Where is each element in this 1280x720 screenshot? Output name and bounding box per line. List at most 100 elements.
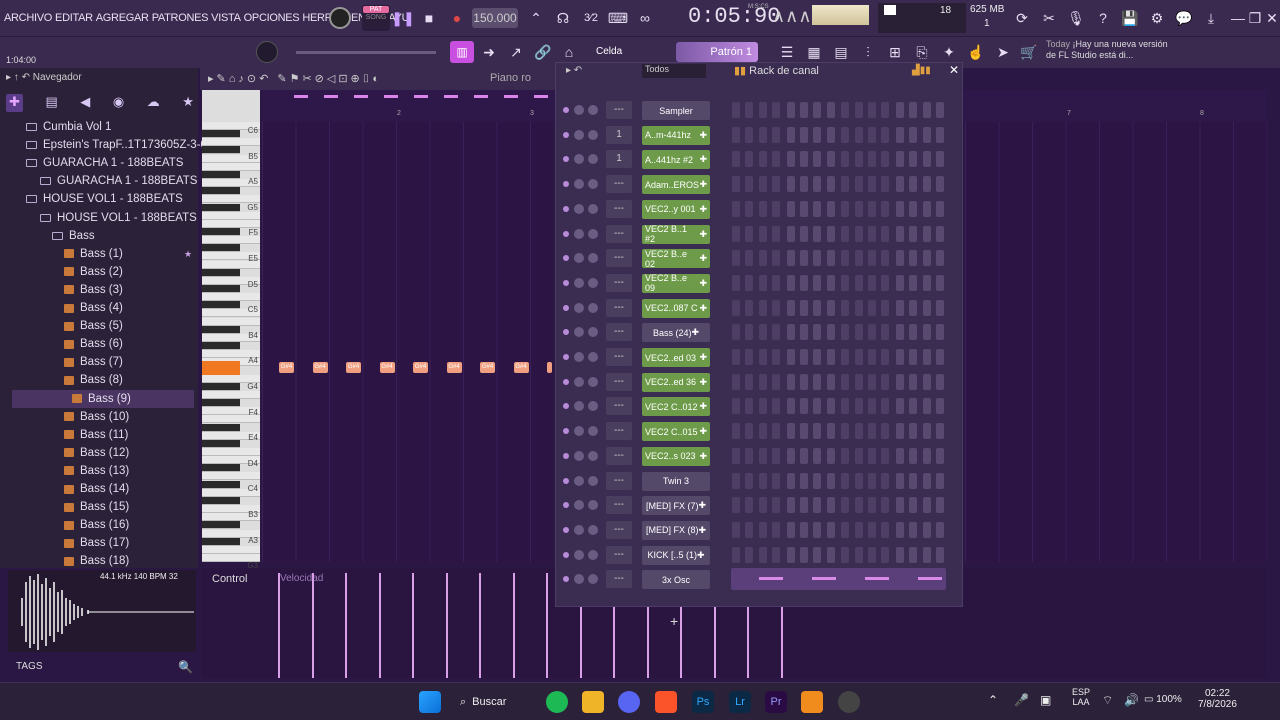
step-button[interactable] bbox=[936, 250, 944, 267]
channel-mute-led[interactable] bbox=[563, 428, 569, 435]
menu-patrones[interactable]: PATRONES bbox=[152, 12, 209, 24]
step-button[interactable] bbox=[922, 398, 931, 415]
step-button[interactable] bbox=[772, 349, 781, 365]
step-button[interactable] bbox=[758, 250, 767, 267]
step-button[interactable] bbox=[854, 102, 863, 118]
step-button[interactable] bbox=[841, 398, 850, 415]
step-button[interactable] bbox=[936, 546, 944, 563]
step-button[interactable] bbox=[786, 472, 795, 489]
step-button[interactable] bbox=[772, 176, 781, 193]
step-button[interactable] bbox=[826, 398, 835, 415]
step-button[interactable] bbox=[800, 423, 808, 440]
piano-key[interactable] bbox=[202, 130, 240, 139]
mixer-track-number[interactable]: --- bbox=[606, 348, 632, 366]
step-button[interactable] bbox=[909, 274, 918, 291]
step-button[interactable] bbox=[745, 176, 754, 193]
step-button[interactable] bbox=[800, 250, 808, 267]
piano-key[interactable] bbox=[202, 439, 240, 448]
menu-agregar[interactable]: AGREGAR bbox=[96, 12, 149, 24]
add-channel-button[interactable]: + bbox=[670, 613, 678, 629]
step-button[interactable] bbox=[868, 151, 876, 168]
channel-mute-led[interactable] bbox=[563, 107, 569, 113]
velocity-bar[interactable] bbox=[479, 573, 481, 678]
volume-knob[interactable] bbox=[588, 475, 598, 486]
piano-key[interactable] bbox=[202, 146, 240, 155]
step-button[interactable] bbox=[758, 472, 767, 489]
step-button[interactable] bbox=[854, 151, 863, 168]
channel-mute-led[interactable] bbox=[563, 403, 569, 410]
step-button[interactable] bbox=[813, 102, 822, 118]
step-button[interactable] bbox=[909, 472, 918, 489]
step-button[interactable] bbox=[826, 176, 835, 193]
channel-name-button[interactable]: VEC2 C..012 ✚ bbox=[642, 397, 710, 417]
step-button[interactable] bbox=[868, 324, 876, 341]
step-button[interactable] bbox=[895, 521, 904, 538]
note-grid[interactable] bbox=[262, 122, 552, 562]
step-button[interactable] bbox=[895, 126, 904, 143]
step-button[interactable] bbox=[758, 176, 767, 193]
sample-item[interactable]: Bass (15) bbox=[64, 498, 129, 516]
sample-item[interactable]: Bass (16) bbox=[64, 516, 129, 534]
speaker-tab-icon[interactable]: ◀ bbox=[80, 94, 90, 112]
step-button[interactable] bbox=[936, 274, 944, 291]
step-button[interactable] bbox=[881, 521, 890, 538]
step-button[interactable] bbox=[868, 373, 876, 390]
step-button[interactable] bbox=[772, 200, 781, 217]
step-button[interactable] bbox=[895, 423, 904, 440]
step-button[interactable] bbox=[841, 250, 850, 267]
step-button[interactable] bbox=[826, 497, 835, 514]
step-button[interactable] bbox=[909, 546, 918, 563]
menu-vista[interactable]: VISTA bbox=[211, 12, 241, 24]
step-button[interactable] bbox=[745, 398, 754, 415]
step-button[interactable] bbox=[868, 126, 876, 143]
step-button[interactable] bbox=[909, 225, 918, 242]
channel-mute-led[interactable] bbox=[563, 329, 569, 336]
piano-key[interactable] bbox=[202, 545, 260, 554]
browser-icon[interactable]: ⎘ bbox=[911, 41, 933, 63]
tray-mic-icon[interactable]: 🎤 bbox=[1014, 693, 1029, 707]
step-button[interactable] bbox=[841, 472, 850, 489]
step-button[interactable] bbox=[745, 200, 754, 217]
velocity-bar[interactable] bbox=[278, 573, 280, 678]
pan-knob[interactable] bbox=[574, 401, 584, 412]
channel-name-button[interactable]: VEC2..y 001 ✚ bbox=[642, 199, 710, 219]
step-button[interactable] bbox=[922, 126, 931, 143]
step-button[interactable] bbox=[854, 274, 863, 291]
mixer-track-number[interactable]: 1 bbox=[606, 125, 632, 144]
step-button[interactable] bbox=[758, 398, 767, 415]
step-button[interactable] bbox=[800, 447, 808, 464]
step-button[interactable] bbox=[826, 102, 835, 118]
step-button[interactable] bbox=[786, 447, 795, 464]
pan-knob[interactable] bbox=[574, 228, 584, 239]
step-button[interactable] bbox=[786, 250, 795, 267]
step-button[interactable] bbox=[758, 497, 767, 514]
step-button[interactable] bbox=[826, 151, 835, 168]
step-button[interactable] bbox=[841, 423, 850, 440]
tray-chevron-icon[interactable]: ⌃ bbox=[988, 693, 998, 707]
step-button[interactable] bbox=[895, 398, 904, 415]
volume-knob[interactable] bbox=[588, 327, 598, 338]
help-icon[interactable]: ? bbox=[1092, 7, 1114, 29]
step-button[interactable] bbox=[881, 250, 890, 267]
cloud-tab-icon[interactable]: ☁ bbox=[147, 94, 160, 112]
step-button[interactable] bbox=[813, 250, 822, 267]
step-button[interactable] bbox=[732, 398, 740, 415]
velocity-bar[interactable] bbox=[345, 573, 347, 678]
step-button[interactable] bbox=[758, 546, 767, 563]
step-button[interactable] bbox=[732, 176, 740, 193]
mixer-track-number[interactable]: --- bbox=[606, 446, 632, 465]
mixer-icon[interactable]: ⫶ bbox=[857, 41, 879, 63]
channel-name-button[interactable]: VEC2..ed 03 ✚ bbox=[642, 348, 710, 367]
step-button[interactable] bbox=[841, 349, 850, 365]
menu-opciones[interactable]: OPCIONES bbox=[244, 12, 300, 24]
note[interactable]: G#4 bbox=[279, 362, 294, 373]
step-button[interactable] bbox=[786, 274, 795, 291]
piano-key[interactable] bbox=[202, 187, 240, 196]
step-button[interactable] bbox=[772, 398, 781, 415]
channel-mute-led[interactable] bbox=[563, 526, 569, 533]
channel-mute-led[interactable] bbox=[563, 354, 569, 360]
step-button[interactable] bbox=[841, 200, 850, 217]
step-button[interactable] bbox=[922, 250, 931, 267]
sample-item[interactable]: Bass (10) bbox=[64, 408, 129, 426]
velocity-bar[interactable] bbox=[311, 573, 314, 678]
